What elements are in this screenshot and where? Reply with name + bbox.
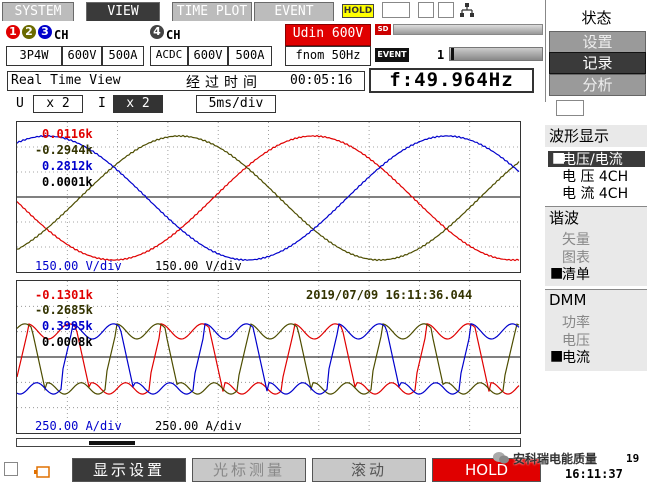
current-readout-3: 0.3995k bbox=[42, 319, 93, 333]
ch4-voltage-range: 600V bbox=[188, 46, 228, 66]
tab-time-plot[interactable]: TIME PLOT bbox=[172, 2, 252, 21]
voltage-readout-2: -0.2944k bbox=[35, 143, 93, 157]
time-scrollbar[interactable] bbox=[16, 438, 521, 447]
fnom-indicator: fnom 50Hz bbox=[285, 46, 371, 66]
status-indicator-3 bbox=[438, 2, 454, 18]
ch123-current-range: 500A bbox=[102, 46, 144, 66]
top-tab-bar: SYSTEM VIEW TIME PLOT EVENT bbox=[0, 0, 370, 21]
voltage-readout-1: 0.0116k bbox=[42, 127, 93, 141]
event-bar bbox=[449, 47, 543, 61]
voltage-readout-4: 0.0001k bbox=[42, 175, 93, 189]
current-scale-left: 250.00 A/div bbox=[35, 419, 122, 433]
channel-group-1-suffix: CH bbox=[54, 28, 69, 42]
hold-status-badge: HOLD bbox=[342, 4, 374, 18]
current-readout-4: 0.0008k bbox=[42, 335, 93, 349]
channel-2-badge: 2 bbox=[22, 25, 36, 39]
channel-3-badge: 3 bbox=[38, 25, 52, 39]
status-indicator-4 bbox=[4, 462, 18, 476]
voltage-zoom-value[interactable]: x 2 bbox=[33, 95, 83, 113]
menu-vector[interactable]: 矢量 bbox=[562, 229, 590, 249]
voltage-readout-3: 0.2812k bbox=[42, 159, 93, 173]
record-button[interactable]: 记录 bbox=[549, 52, 646, 74]
analysis-button[interactable]: 分析 bbox=[549, 74, 646, 96]
sd-usage-bar bbox=[393, 24, 543, 35]
event-count: 1 bbox=[437, 48, 445, 62]
elapsed-time-label: 经过时间 bbox=[186, 75, 262, 91]
wiring-mode: 3P4W bbox=[6, 46, 62, 66]
timebase-value[interactable]: 5ms/div bbox=[196, 95, 276, 113]
voltage-zoom-label: U bbox=[16, 96, 24, 111]
network-icon bbox=[459, 2, 475, 18]
scrollbar-thumb[interactable] bbox=[89, 441, 135, 445]
tab-view[interactable]: VIEW bbox=[86, 2, 160, 21]
menu-current[interactable]: 电流 bbox=[562, 347, 590, 367]
tab-system[interactable]: SYSTEM bbox=[2, 2, 74, 21]
battery-icon bbox=[34, 463, 50, 478]
dmm-header: DMM bbox=[545, 290, 647, 310]
display-settings-button[interactable]: 显示设置 bbox=[72, 458, 186, 482]
channel-group-2-suffix: CH bbox=[166, 28, 181, 42]
current-scale-right: 250.00 A/div bbox=[155, 419, 242, 433]
wechat-icon bbox=[493, 450, 509, 464]
status-button[interactable]: 状态 bbox=[549, 8, 644, 28]
udin-indicator: Udin 600V bbox=[285, 24, 371, 46]
voltage-scale-left: 150.00 V/div bbox=[35, 259, 122, 273]
voltage-scale-right: 150.00 V/div bbox=[155, 259, 242, 273]
channel-4-badge: 4 bbox=[150, 25, 164, 39]
settings-button[interactable]: 设置 bbox=[549, 31, 646, 53]
status-indicator-2 bbox=[418, 2, 434, 18]
view-title: Real Time View bbox=[11, 73, 121, 88]
sd-card-icon: SD bbox=[375, 24, 391, 35]
watermark-text: 安科瑞电能质量 bbox=[513, 452, 598, 466]
status-indicator-1 bbox=[382, 2, 410, 18]
current-zoom-value[interactable]: x 2 bbox=[113, 95, 163, 113]
tab-event[interactable]: EVENT bbox=[254, 2, 334, 21]
menu-current-4ch[interactable]: 电 流 4CH bbox=[562, 183, 628, 203]
clock-time: 16:11:37 bbox=[565, 467, 623, 481]
ch4-current-range: 500A bbox=[228, 46, 272, 66]
current-readout-2: -0.2685k bbox=[35, 303, 93, 317]
menu-list[interactable]: 清单 bbox=[562, 264, 590, 284]
scroll-button[interactable]: 滚动 bbox=[312, 458, 426, 482]
cursor-measure-button[interactable]: 光标测量 bbox=[192, 458, 306, 482]
waveform-display-header: 波形显示 bbox=[545, 125, 647, 147]
elapsed-time-value: 00:05:16 bbox=[290, 73, 353, 88]
frequency-readout: f:49.964Hz bbox=[369, 68, 534, 93]
ch4-coupling: ACDC bbox=[150, 46, 188, 66]
event-icon: EVENT bbox=[375, 48, 409, 62]
menu-power[interactable]: 功率 bbox=[562, 312, 590, 332]
current-readout-1: -0.1301k bbox=[35, 288, 93, 302]
current-zoom-label: I bbox=[98, 96, 106, 111]
clock-date: 19 bbox=[626, 452, 640, 465]
channel-1-badge: 1 bbox=[6, 25, 20, 39]
menu-indicator bbox=[556, 100, 584, 116]
capture-timestamp: 2019/07/09 16:11:36.044 bbox=[306, 288, 473, 302]
harmonic-header: 谐波 bbox=[545, 208, 647, 228]
ch123-voltage-range: 600V bbox=[62, 46, 102, 66]
